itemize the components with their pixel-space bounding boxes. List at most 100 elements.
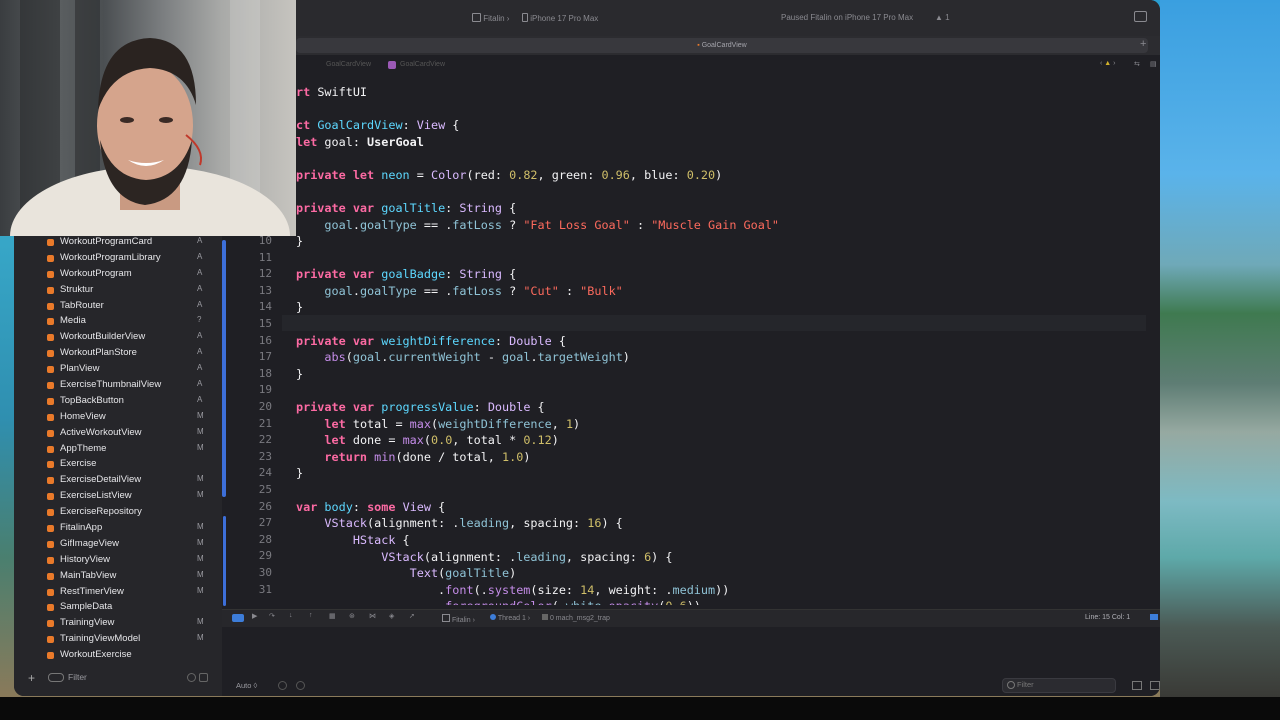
line-number: 23 (258, 449, 272, 463)
sidebar-item[interactable]: MainTabView M (14, 569, 222, 585)
sidebar-item[interactable]: FitalinApp M (14, 521, 222, 537)
sidebar-item[interactable]: ActiveWorkoutView M (14, 426, 222, 442)
sidebar-item[interactable]: WorkoutExercise (14, 648, 222, 664)
simulate-location-icon[interactable]: ◈ (389, 612, 394, 620)
navigator-filter-input[interactable]: Filter (68, 672, 87, 682)
sidebar-item[interactable]: ExerciseDetailView M (14, 473, 222, 489)
sidebar-item[interactable]: WorkoutProgramCard A (14, 235, 222, 251)
swift-file-icon (47, 429, 54, 437)
scm-filter-icon[interactable] (199, 673, 208, 682)
step-out-icon[interactable]: ↑ (309, 612, 313, 619)
swift-struct-icon (388, 61, 396, 69)
sidebar-item[interactable]: TabRouter A (14, 299, 222, 315)
panel-toggle-icon[interactable] (1150, 614, 1158, 620)
jump-bar-symbol[interactable]: GoalCardView (400, 61, 445, 68)
swift-file-icon (47, 397, 54, 405)
variables-view-icon[interactable] (1132, 681, 1142, 690)
scheme-selector[interactable]: Fitalin › (472, 13, 509, 23)
sidebar-item[interactable]: Media? (14, 314, 222, 330)
console-filter-input[interactable]: Filter (1002, 678, 1116, 693)
line-number: 19 (258, 383, 272, 397)
swift-file-icon (47, 270, 54, 278)
jump-bar: GoalCardView GoalCardView ‹ ▲ › ⇆ ▤ (296, 57, 1160, 75)
swift-file-icon (47, 382, 54, 390)
console-info-icon[interactable] (278, 681, 287, 690)
line-number: 22 (258, 433, 272, 447)
recent-files-icon[interactable] (187, 673, 196, 682)
code-line: goal.goalType == .fatLoss ? "Cut" : "Bul… (324, 284, 623, 298)
sidebar-item[interactable]: ExerciseListView M (14, 489, 222, 505)
sidebar-item[interactable]: Exercise (14, 457, 222, 473)
view-debugger-icon[interactable]: ▦ (329, 612, 336, 620)
related-items-icon[interactable]: ⇆ (1134, 60, 1140, 68)
step-over-icon[interactable]: ↷ (269, 612, 275, 620)
line-number: 24 (258, 466, 272, 480)
navigation-arrows-icon[interactable]: ‹ ▲ › (1100, 60, 1116, 67)
sidebar-item[interactable]: TopBackButton A (14, 394, 222, 410)
sidebar-item-label: HomeView (60, 410, 106, 422)
source-editor[interactable]: 10 11 12 13 14 15 16 17 18 19 20 21 22 23 24 25 26 27 28 29… (230, 75, 1160, 605)
line-number: 18 (258, 366, 272, 380)
scm-status-badge: M (197, 490, 204, 500)
breakpoints-toggle-icon[interactable] (232, 614, 244, 622)
add-tab-icon[interactable]: + (1140, 38, 1146, 50)
sidebar-item[interactable]: WorkoutProgram A (14, 267, 222, 283)
filter-options-icon[interactable] (48, 673, 64, 682)
console-view-icon[interactable] (1150, 681, 1160, 690)
sidebar-item-label: WorkoutPlanStore (60, 347, 137, 359)
desktop-wallpaper-right (1160, 0, 1280, 697)
sidebar-item[interactable]: TrainingView M (14, 616, 222, 632)
code-line: let goal: UserGoal (296, 135, 424, 149)
sidebar-item-label: RestTimerView (60, 585, 124, 597)
device-selector[interactable]: iPhone 17 Pro Max (522, 13, 598, 23)
location-icon[interactable]: ➚ (409, 612, 415, 620)
sidebar-item[interactable]: AppTheme M (14, 442, 222, 458)
line-number: 11 (258, 250, 272, 264)
scm-status-badge: M (197, 633, 204, 643)
console-mode-selector[interactable]: Auto ◊ (236, 681, 257, 690)
sidebar-item-label: ExerciseDetailView (60, 474, 142, 486)
sidebar-item[interactable]: WorkoutProgramLibrary A (14, 251, 222, 267)
sidebar-item[interactable]: Struktur A (14, 283, 222, 299)
sidebar-item[interactable]: HistoryView M (14, 553, 222, 569)
sidebar-item[interactable]: PlanView A (14, 362, 222, 378)
jump-bar-crumb[interactable]: GoalCardView (326, 61, 371, 68)
sidebar-item[interactable]: ExerciseThumbnailView A (14, 378, 222, 394)
scm-status-badge: M (197, 442, 204, 452)
thread-label: Thread 1 (497, 615, 526, 622)
sidebar-item-label: TopBackButton (60, 394, 124, 406)
tab-goalcardview[interactable]: ▪ GoalCardView (296, 38, 1148, 53)
environment-icon[interactable]: ⋈ (369, 612, 376, 620)
add-file-icon[interactable]: + (28, 671, 35, 685)
scm-status-badge: A (197, 267, 203, 277)
console-eye-icon[interactable] (296, 681, 305, 690)
debug-thread[interactable]: Thread 1 › (490, 614, 530, 622)
step-into-icon[interactable]: ↓ (289, 612, 293, 619)
scm-status-badge: M (197, 474, 204, 484)
sidebar-item[interactable]: RestTimerView M (14, 585, 222, 601)
sidebar-item[interactable]: WorkoutBuilderView A (14, 330, 222, 346)
debug-scheme[interactable]: Fitalin › (442, 614, 475, 624)
scm-status-badge: A (197, 283, 203, 293)
continue-icon[interactable]: ▶ (252, 612, 257, 620)
cursor-position: Line: 15 Col: 1 (1085, 614, 1131, 621)
sidebar-item[interactable]: SampleData (14, 600, 222, 616)
line-number: 29 (258, 549, 272, 563)
inspector-toggle-icon[interactable] (1134, 11, 1147, 22)
sidebar-item[interactable]: GifImageView M (14, 537, 222, 553)
editor-options-icon[interactable]: ▤ (1150, 60, 1157, 68)
sidebar-item[interactable]: ExerciseRepository (14, 505, 222, 521)
sidebar-item[interactable]: HomeView M (14, 410, 222, 426)
code-line: let total = max(weightDifference, 1) (324, 417, 581, 431)
warning-indicator[interactable]: ▲ 1 (935, 13, 950, 22)
sidebar-item-label: HistoryView (60, 553, 110, 565)
debug-frame[interactable]: 0 mach_msg2_trap (542, 614, 610, 622)
memory-graph-icon[interactable]: ⊛ (349, 612, 355, 620)
sidebar-item[interactable]: TrainingViewModel M (14, 632, 222, 648)
sidebar-item[interactable]: WorkoutPlanStore A (14, 346, 222, 362)
navigator-filter-bar: + Filter (14, 670, 222, 696)
sidebar-item-label: MainTabView (60, 569, 117, 581)
scheme-icon (442, 614, 450, 622)
scm-status-badge: A (197, 299, 203, 309)
presenter-video (10, 38, 290, 236)
